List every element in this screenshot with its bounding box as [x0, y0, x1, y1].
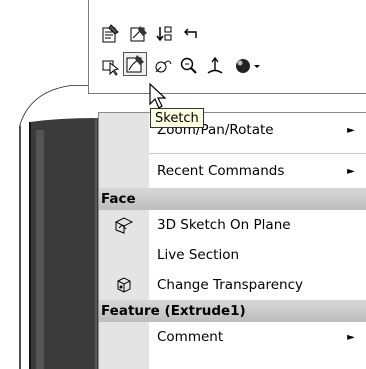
3d-sketch-plane-icon [99, 216, 149, 234]
context-toolbar [88, 0, 366, 94]
transparency-icon [99, 276, 149, 294]
edit-sketch-icon[interactable] [127, 22, 151, 46]
menu-item-recent-commands[interactable]: Recent Commands ► [99, 156, 366, 186]
menu-separator [149, 153, 366, 154]
menu-item-change-transparency[interactable]: Change Transparency [99, 270, 366, 300]
menu-item-zoom-pan-rotate[interactable]: Zoom/Pan/Rotate ► [99, 115, 366, 145]
rebuild-order-icon[interactable] [153, 22, 177, 46]
menu-item-3d-sketch-on-plane[interactable]: 3D Sketch On Plane [99, 210, 366, 240]
menu-item-label: Recent Commands [157, 163, 285, 179]
submenu-arrow-icon: ► [347, 331, 355, 343]
part-properties-icon[interactable] [99, 22, 123, 46]
view-orientation-icon[interactable] [151, 54, 175, 78]
sketch-icon[interactable] [123, 52, 147, 76]
mouse-cursor-icon [149, 82, 167, 109]
appearance-icon[interactable] [231, 54, 265, 78]
menu-item-label: Comment [157, 329, 224, 345]
menu-item-comment[interactable]: Comment ► [99, 322, 366, 352]
menu-section-feature: Feature (Extrude1) [99, 300, 366, 322]
normal-to-icon[interactable] [203, 54, 227, 78]
submenu-arrow-icon: ► [347, 165, 355, 177]
menu-item-label: Live Section [157, 247, 240, 263]
zoom-to-selection-icon[interactable] [177, 54, 201, 78]
context-menu: Zoom/Pan/Rotate ► Recent Commands ► Face… [98, 112, 366, 369]
return-icon[interactable] [179, 22, 203, 46]
menu-item-label: Change Transparency [157, 277, 304, 293]
menu-section-face: Face [99, 188, 366, 210]
menu-item-live-section[interactable]: Live Section [99, 240, 366, 270]
submenu-arrow-icon: ► [347, 124, 355, 136]
select-other-icon[interactable] [99, 54, 123, 78]
menu-item-label: 3D Sketch On Plane [157, 217, 291, 233]
